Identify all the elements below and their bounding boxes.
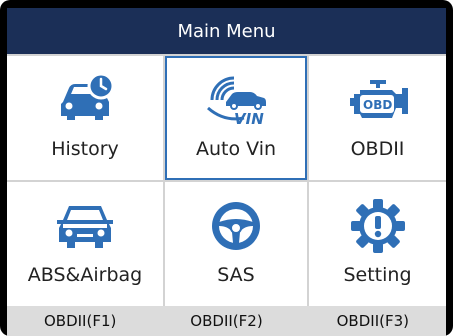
steering-wheel-icon [212, 202, 260, 250]
menu-item-abs-airbag[interactable]: ABS&Airbag [7, 182, 163, 306]
abs-airbag-car-icon [57, 206, 113, 248]
menu-item-label: Auto Vin [195, 138, 277, 160]
menu-item-label: Setting [343, 264, 412, 286]
screen: Main Menu History VIN Auto Vin OBD OBDII… [7, 8, 446, 336]
menu-item-label: OBDII [350, 138, 405, 160]
menu-item-sas[interactable]: SAS [165, 182, 307, 306]
device-bezel: Main Menu History VIN Auto Vin OBD OBDII… [0, 0, 453, 336]
function-key-bar: OBDII(F1) OBDII(F2) OBDII(F3) [7, 306, 446, 336]
auto-vin-icon: VIN [207, 76, 266, 128]
gear-warning-icon [350, 199, 405, 253]
function-key-f3[interactable]: OBDII(F3) [300, 306, 446, 336]
menu-grid: History VIN Auto Vin OBD OBDII ABS&Airba… [7, 54, 446, 306]
function-key-f2[interactable]: OBDII(F2) [153, 306, 299, 336]
menu-item-history[interactable]: History [7, 56, 163, 180]
page-title: Main Menu [177, 20, 276, 42]
svg-text:OBD: OBD [363, 98, 392, 112]
menu-item-label: ABS&Airbag [27, 264, 143, 286]
menu-item-auto-vin[interactable]: VIN Auto Vin [165, 56, 307, 180]
obd-engine-icon: OBD [349, 80, 408, 118]
title-bar: Main Menu [7, 8, 446, 54]
menu-item-obdii[interactable]: OBD OBDII [309, 56, 446, 180]
history-car-icon [61, 72, 115, 120]
svg-text:VIN: VIN [234, 110, 264, 128]
menu-item-label: History [51, 138, 119, 160]
menu-item-label: SAS [217, 264, 255, 286]
function-key-f1[interactable]: OBDII(F1) [7, 306, 153, 336]
menu-item-setting[interactable]: Setting [309, 182, 446, 306]
